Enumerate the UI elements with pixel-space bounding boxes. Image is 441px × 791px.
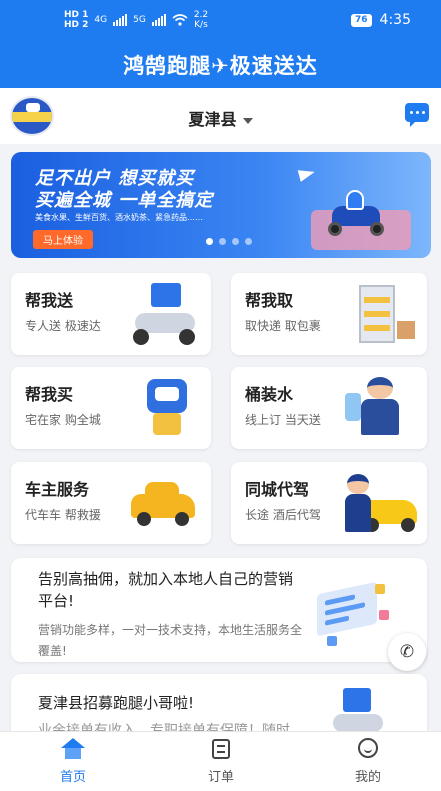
clock: 4:35 — [379, 12, 411, 28]
city-name: 夏津县 — [188, 110, 237, 129]
promo-banner[interactable]: 足不出户 想买就买 买遍全城 一单全搞定 美食水果、生鲜百货、酒水奶茶、紧急药品… — [11, 152, 431, 258]
phone-icon: ✆ — [399, 642, 415, 662]
banner-headline-2: 买遍全城 一单全搞定 — [35, 190, 214, 211]
chauffeur-icon — [345, 470, 419, 536]
sim1-label: HD 1 — [64, 10, 89, 20]
promo-description: 营销功能多样，一对一技术支持，本地生活服务全覆盖! — [38, 623, 303, 658]
service-subtitle: 专人送 极速达 — [25, 319, 101, 333]
merchant-promo-card[interactable]: 告别高抽佣，就加入本地人自己的营销平台! 营销功能多样，一对一技术支持，本地生活… — [11, 558, 427, 662]
service-card-pickup[interactable]: 帮我取 取快递 取包裹 — [231, 273, 427, 355]
profile-icon — [356, 738, 380, 760]
tab-label: 我的 — [354, 770, 381, 785]
signal-icon — [113, 14, 128, 26]
service-title: 帮我取 — [245, 291, 294, 310]
tab-profile[interactable]: 我的 — [328, 738, 408, 785]
banner-tagline: 美食水果、生鲜百货、酒水奶茶、紧急药品…… — [35, 213, 203, 222]
promo-title: 夏津县招募跑腿小哥啦! — [38, 694, 195, 712]
sim2-label: HD 2 — [64, 20, 89, 30]
bottom-tab-bar: 首页 订单 我的 — [0, 731, 441, 791]
banner-cta-button[interactable]: 马上体验 — [33, 230, 93, 249]
service-title: 帮我送 — [25, 291, 74, 310]
water-delivery-icon — [345, 375, 419, 441]
order-icon — [209, 738, 233, 760]
service-subtitle: 线上订 当天送 — [245, 413, 321, 427]
carousel-dots — [206, 238, 252, 245]
network-5g-label: 5G — [133, 15, 146, 25]
service-title: 车主服务 — [25, 480, 90, 499]
app-title: 鸿鹄跑腿✈极速送达 — [123, 54, 318, 78]
carousel-dot[interactable] — [206, 238, 213, 245]
home-icon — [61, 738, 85, 760]
service-title: 同城代驾 — [245, 480, 310, 499]
tab-home[interactable]: 首页 — [33, 738, 113, 785]
net-speed-unit: K/s — [194, 20, 208, 30]
paper-plane-icon — [297, 166, 317, 182]
service-card-car-owner[interactable]: 车主服务 代车车 帮救援 — [11, 462, 211, 544]
courier-scooter-icon — [129, 281, 203, 347]
battery-icon: 76 — [351, 13, 372, 27]
marketing-platform-illustration — [313, 580, 393, 652]
location-bar: 夏津县 — [0, 88, 441, 144]
parcel-locker-icon — [345, 281, 419, 347]
network-4g-label: 4G — [94, 15, 108, 25]
city-selector[interactable]: 夏津县 — [0, 106, 441, 130]
service-card-chauffeur[interactable]: 同城代驾 长途 酒后代驾 — [231, 462, 427, 544]
service-card-send[interactable]: 帮我送 专人送 极速达 — [11, 273, 211, 355]
service-subtitle: 长途 酒后代驾 — [245, 508, 321, 522]
car-repair-icon — [129, 470, 203, 536]
service-card-buy[interactable]: 帮我买 宅在家 购全城 — [11, 367, 211, 449]
service-subtitle: 代车车 帮救援 — [25, 508, 101, 522]
tab-label: 首页 — [59, 770, 86, 785]
caret-down-icon — [242, 117, 253, 124]
service-subtitle: 取快递 取包裹 — [245, 319, 321, 333]
shopping-robot-icon — [129, 375, 203, 441]
service-card-water[interactable]: 桶装水 线上订 当天送 — [231, 367, 427, 449]
app-header: HD 1 HD 2 4G 5G 2.2 K/s 76 4:35 鸿鹄跑腿✈极速送… — [0, 0, 441, 88]
service-title: 帮我买 — [25, 385, 74, 404]
wifi-icon — [172, 14, 188, 26]
delivery-scooter-illustration — [326, 190, 386, 236]
tab-label: 订单 — [207, 770, 234, 785]
tab-orders[interactable]: 订单 — [181, 738, 261, 785]
message-icon[interactable] — [405, 103, 429, 127]
service-title: 桶装水 — [245, 385, 294, 404]
status-bar: HD 1 HD 2 4G 5G 2.2 K/s 76 4:35 — [0, 0, 441, 40]
signal-2-icon — [151, 14, 166, 26]
service-subtitle: 宅在家 购全城 — [25, 413, 101, 427]
carousel-dot[interactable] — [245, 238, 252, 245]
promo-title: 告别高抽佣，就加入本地人自己的营销平台! — [38, 570, 294, 610]
net-speed: 2.2 — [193, 10, 209, 20]
carousel-dot[interactable] — [232, 238, 239, 245]
phone-call-button[interactable]: ✆ — [388, 633, 426, 671]
carousel-dot[interactable] — [219, 238, 226, 245]
